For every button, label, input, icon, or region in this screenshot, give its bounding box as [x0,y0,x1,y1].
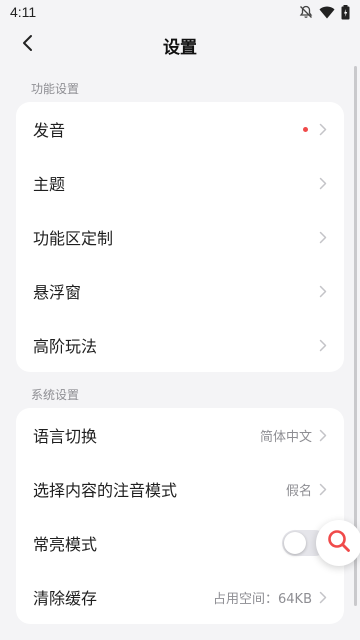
chevron-right-icon [318,284,328,298]
settings-item-floating-window[interactable]: 悬浮窗 [16,264,344,318]
settings-item-value: 占用空间：64KB [213,591,312,607]
chevron-right-icon [318,590,328,604]
chevron-right-icon [318,338,328,352]
settings-card-system: 语言切换 简体中文 选择内容的注音模式 假名 常亮模式 清除缓存 占用空间：64… [16,408,344,624]
settings-item-clear-cache[interactable]: 清除缓存 占用空间：64KB [16,570,344,624]
settings-item-label: 悬浮窗 [33,283,82,302]
status-icons [299,4,350,20]
wifi-icon [319,6,335,19]
chevron-right-icon [318,230,328,244]
settings-item-advanced[interactable]: 高阶玩法 [16,318,344,372]
status-bar: 4:11 [0,0,360,24]
chevron-right-icon [318,176,328,190]
settings-item-label: 高阶玩法 [33,337,98,356]
chevron-right-icon [318,482,328,496]
section-header-system: 系统设置 [31,388,80,402]
battery-icon [341,4,350,20]
settings-item-value: 假名 [285,483,312,499]
settings-item-theme[interactable]: 主题 [16,156,344,210]
notifications-off-icon [299,5,313,19]
settings-content: 功能设置 发音 主题 功能区定制 悬浮窗 高阶玩法 系统设置 语言切换 简体中文 [0,66,360,640]
settings-item-phonetic-mode[interactable]: 选择内容的注音模式 假名 [16,462,344,516]
floating-search-button[interactable] [316,520,360,566]
app-bar: 设置 [0,24,360,66]
settings-card-function: 发音 主题 功能区定制 悬浮窗 高阶玩法 [16,102,344,372]
section-header-function: 功能设置 [31,82,80,96]
chevron-left-icon [21,34,33,56]
chevron-right-icon [318,122,328,136]
settings-item-pronunciation[interactable]: 发音 [16,102,344,156]
settings-item-label: 功能区定制 [33,229,114,248]
settings-item-label: 清除缓存 [33,589,98,608]
page-title: 设置 [163,37,197,58]
settings-item-function-area[interactable]: 功能区定制 [16,210,344,264]
settings-item-label: 选择内容的注音模式 [33,481,178,500]
search-icon [326,528,352,558]
settings-item-label: 常亮模式 [33,535,98,554]
settings-item-label: 主题 [33,175,66,194]
settings-item-language[interactable]: 语言切换 简体中文 [16,408,344,462]
settings-item-keep-screen-on: 常亮模式 [16,516,344,570]
settings-item-value: 简体中文 [259,429,312,445]
settings-item-label: 发音 [33,121,66,140]
chevron-right-icon [318,428,328,442]
back-button[interactable] [14,32,40,58]
settings-item-label: 语言切换 [33,427,98,446]
new-badge-dot [303,126,308,132]
status-time: 4:11 [10,4,37,20]
toggle-knob [284,532,306,554]
